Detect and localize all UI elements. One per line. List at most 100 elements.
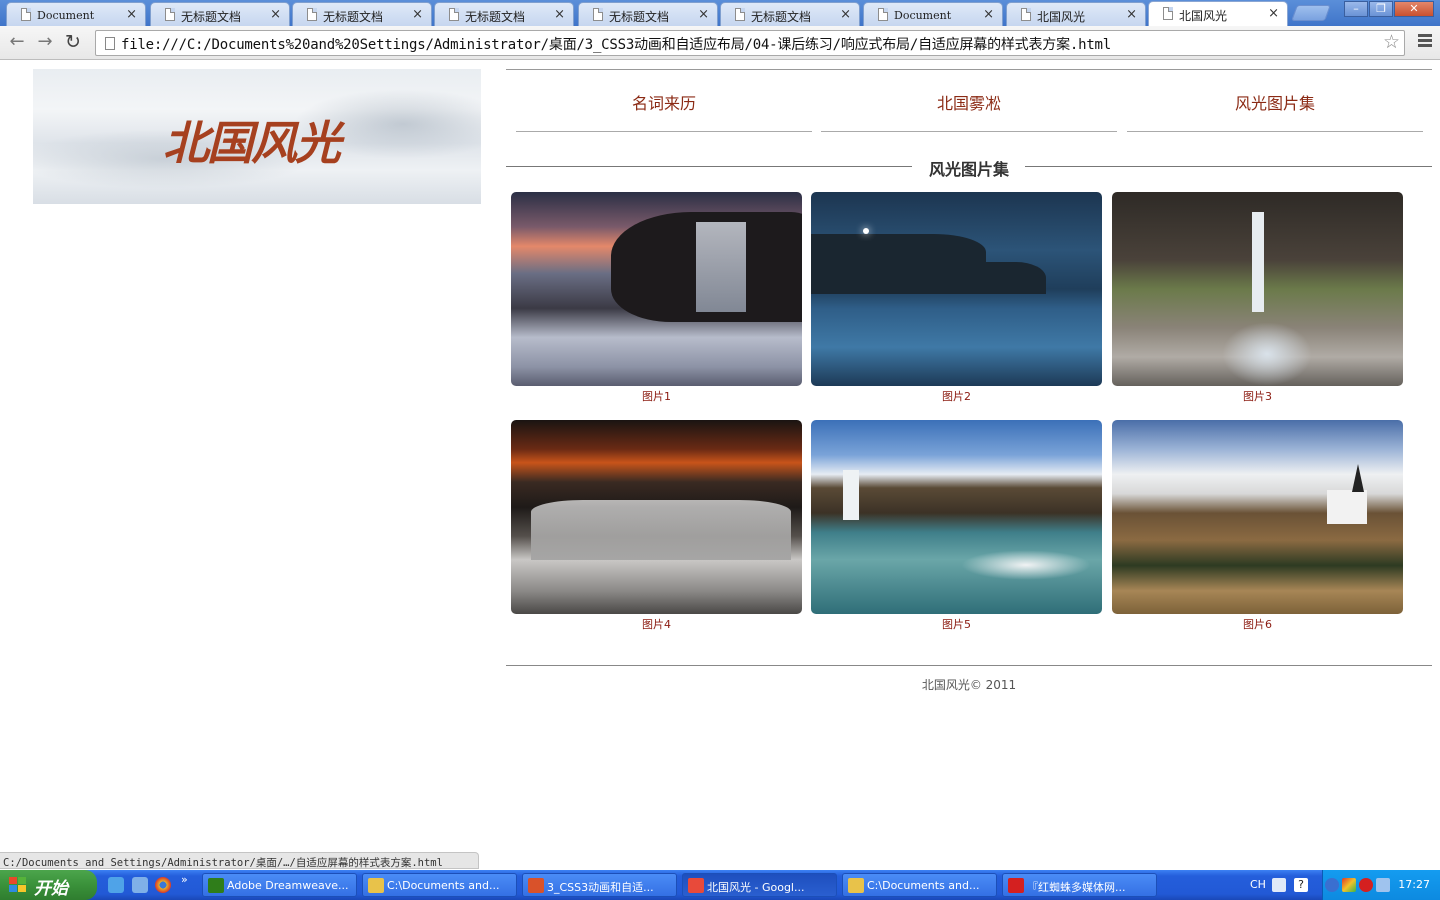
section-title: 风光图片集 — [506, 132, 1432, 179]
photo-item[interactable]: 图片4 — [511, 420, 802, 632]
photo-item[interactable]: 图片3 — [1112, 192, 1403, 404]
tab-close-icon[interactable]: × — [270, 7, 281, 22]
taskbar-task[interactable]: C:\Documents and... — [362, 873, 517, 897]
page-icon — [878, 8, 888, 21]
restore-button[interactable]: ❐ — [1369, 1, 1393, 17]
tab-close-icon[interactable]: × — [840, 7, 851, 22]
tab-active[interactable]: 北国风光 × — [1148, 1, 1288, 26]
chrome-icon[interactable] — [155, 877, 171, 893]
nav-item-gallery[interactable]: 风光图片集 — [1127, 70, 1423, 132]
bookmark-star-icon[interactable]: ☆ — [1383, 31, 1400, 53]
tab-title: Document — [37, 9, 95, 22]
help-icon[interactable]: ? — [1294, 878, 1308, 892]
chrome-menu-icon[interactable] — [1418, 34, 1432, 49]
status-url-bubble: C:/Documents and Settings/Administrator/… — [0, 852, 479, 869]
photo-caption[interactable]: 图片5 — [811, 616, 1102, 632]
taskbar-task[interactable]: 3_CSS3动画和自适... — [522, 873, 677, 897]
banner-title: 北国风光 — [163, 116, 341, 170]
photo-sea-arch[interactable] — [811, 192, 1102, 386]
start-button[interactable]: 开始 — [0, 870, 97, 900]
browser-tab-strip: Document × 无标题文档 × 无标题文档 × 无标题文档 × 无标题文档 × 无标题文档 × D… — [0, 0, 1440, 26]
photo-caption[interactable]: 图片1 — [511, 388, 802, 404]
nav-item-history[interactable]: 名词来历 — [516, 70, 812, 132]
photo-wide-falls[interactable] — [511, 420, 802, 614]
task-label: 『红蜘蛛多媒体网... — [1027, 881, 1126, 894]
tab-close-icon[interactable]: × — [412, 7, 423, 22]
tab-title: 北国风光 — [1179, 9, 1228, 23]
photo-caption[interactable]: 图片4 — [511, 616, 802, 632]
tab-close-icon[interactable]: × — [554, 7, 565, 22]
photo-canyon-river[interactable] — [811, 420, 1102, 614]
photo-item[interactable]: 图片2 — [811, 192, 1102, 404]
ie-icon[interactable] — [108, 877, 124, 893]
page-icon — [307, 8, 317, 21]
tab-close-icon[interactable]: × — [1268, 6, 1279, 21]
task-app-icon — [848, 878, 864, 893]
main-content: 名词来历 北国雾凇 风光图片集 风光图片集 — [506, 69, 1432, 179]
tab[interactable]: 无标题文档 × — [578, 2, 718, 26]
address-url[interactable]: file:///C:/Documents%20and%20Settings/Ad… — [121, 34, 1111, 54]
tab[interactable]: Document × — [863, 2, 1003, 26]
photo-basalt-waterfall[interactable] — [1112, 192, 1403, 386]
page-icon — [21, 8, 31, 21]
task-label: 北国风光 - Googl... — [707, 881, 805, 894]
taskbar-task[interactable]: 北国风光 - Googl... — [682, 873, 837, 897]
tab-close-icon[interactable]: × — [698, 7, 709, 22]
new-tab-button[interactable] — [1291, 5, 1331, 21]
tab-title: 无标题文档 — [609, 10, 670, 24]
photo-waterfall-sunset[interactable] — [511, 192, 802, 386]
quicklaunch-more-icon[interactable]: » — [181, 873, 188, 886]
task-label: C:\Documents and... — [867, 879, 980, 892]
page-icon — [1021, 8, 1031, 21]
tab-title: 无标题文档 — [181, 10, 242, 24]
task-app-icon — [208, 878, 224, 893]
tab[interactable]: 无标题文档 × — [720, 2, 860, 26]
page-icon — [105, 37, 115, 50]
section-title-text: 风光图片集 — [928, 160, 1009, 179]
task-label: C:\Documents and... — [387, 879, 500, 892]
clock[interactable]: 17:27 — [1398, 878, 1430, 891]
task-app-icon — [368, 878, 384, 893]
tab[interactable]: 无标题文档 × — [434, 2, 574, 26]
photo-caption[interactable]: 图片3 — [1112, 388, 1403, 404]
tray-app-icon[interactable] — [1342, 878, 1356, 892]
nav-item-rime[interactable]: 北国雾凇 — [821, 70, 1117, 132]
footer-copyright: 北国风光© 2011 — [921, 678, 1017, 692]
tab[interactable]: 无标题文档 × — [292, 2, 432, 26]
photo-item[interactable]: 图片5 — [811, 420, 1102, 632]
close-window-button[interactable]: ✕ — [1394, 1, 1434, 17]
taskbar-task[interactable]: C:\Documents and... — [842, 873, 997, 897]
photo-caption[interactable]: 图片6 — [1112, 616, 1403, 632]
taskbar-task[interactable]: 『红蜘蛛多媒体网... — [1002, 873, 1157, 897]
tab-title: Document — [894, 9, 952, 22]
tab[interactable]: 北国风光 × — [1006, 2, 1146, 26]
tab-close-icon[interactable]: × — [126, 7, 137, 22]
tab-close-icon[interactable]: × — [1126, 7, 1137, 22]
tray-block-icon[interactable] — [1359, 878, 1373, 892]
photo-caption[interactable]: 图片2 — [811, 388, 1102, 404]
task-app-icon — [1008, 878, 1024, 893]
photo-item[interactable]: 图片1 — [511, 192, 802, 404]
tray-arrow-icon[interactable] — [1325, 878, 1339, 892]
photo-church-mountains[interactable] — [1112, 420, 1403, 614]
windows-taskbar: 开始 » Adobe Dreamweave... C:\Documents and… — [0, 870, 1440, 900]
address-bar[interactable]: file:///C:/Documents%20and%20Settings/Ad… — [95, 30, 1405, 56]
tab-title: 无标题文档 — [323, 10, 384, 24]
network-icon[interactable] — [1376, 878, 1390, 892]
reload-button[interactable]: ↻ — [62, 31, 84, 53]
minimize-button[interactable]: – — [1344, 1, 1368, 17]
tab-title: 无标题文档 — [751, 10, 812, 24]
tab-title: 无标题文档 — [465, 10, 526, 24]
forward-button[interactable]: → — [34, 31, 56, 53]
desktop-icon[interactable] — [132, 877, 148, 893]
ime-icon[interactable] — [1272, 878, 1286, 892]
tab-close-icon[interactable]: × — [983, 7, 994, 22]
page-icon — [165, 8, 175, 21]
photo-item[interactable]: 图片6 — [1112, 420, 1403, 632]
tab[interactable]: Document × — [6, 2, 146, 26]
tab-title: 北国风光 — [1037, 10, 1086, 24]
back-button[interactable]: ← — [6, 31, 28, 53]
taskbar-task[interactable]: Adobe Dreamweave... — [202, 873, 357, 897]
tab[interactable]: 无标题文档 × — [150, 2, 290, 26]
language-indicator[interactable]: CH — [1250, 878, 1266, 891]
